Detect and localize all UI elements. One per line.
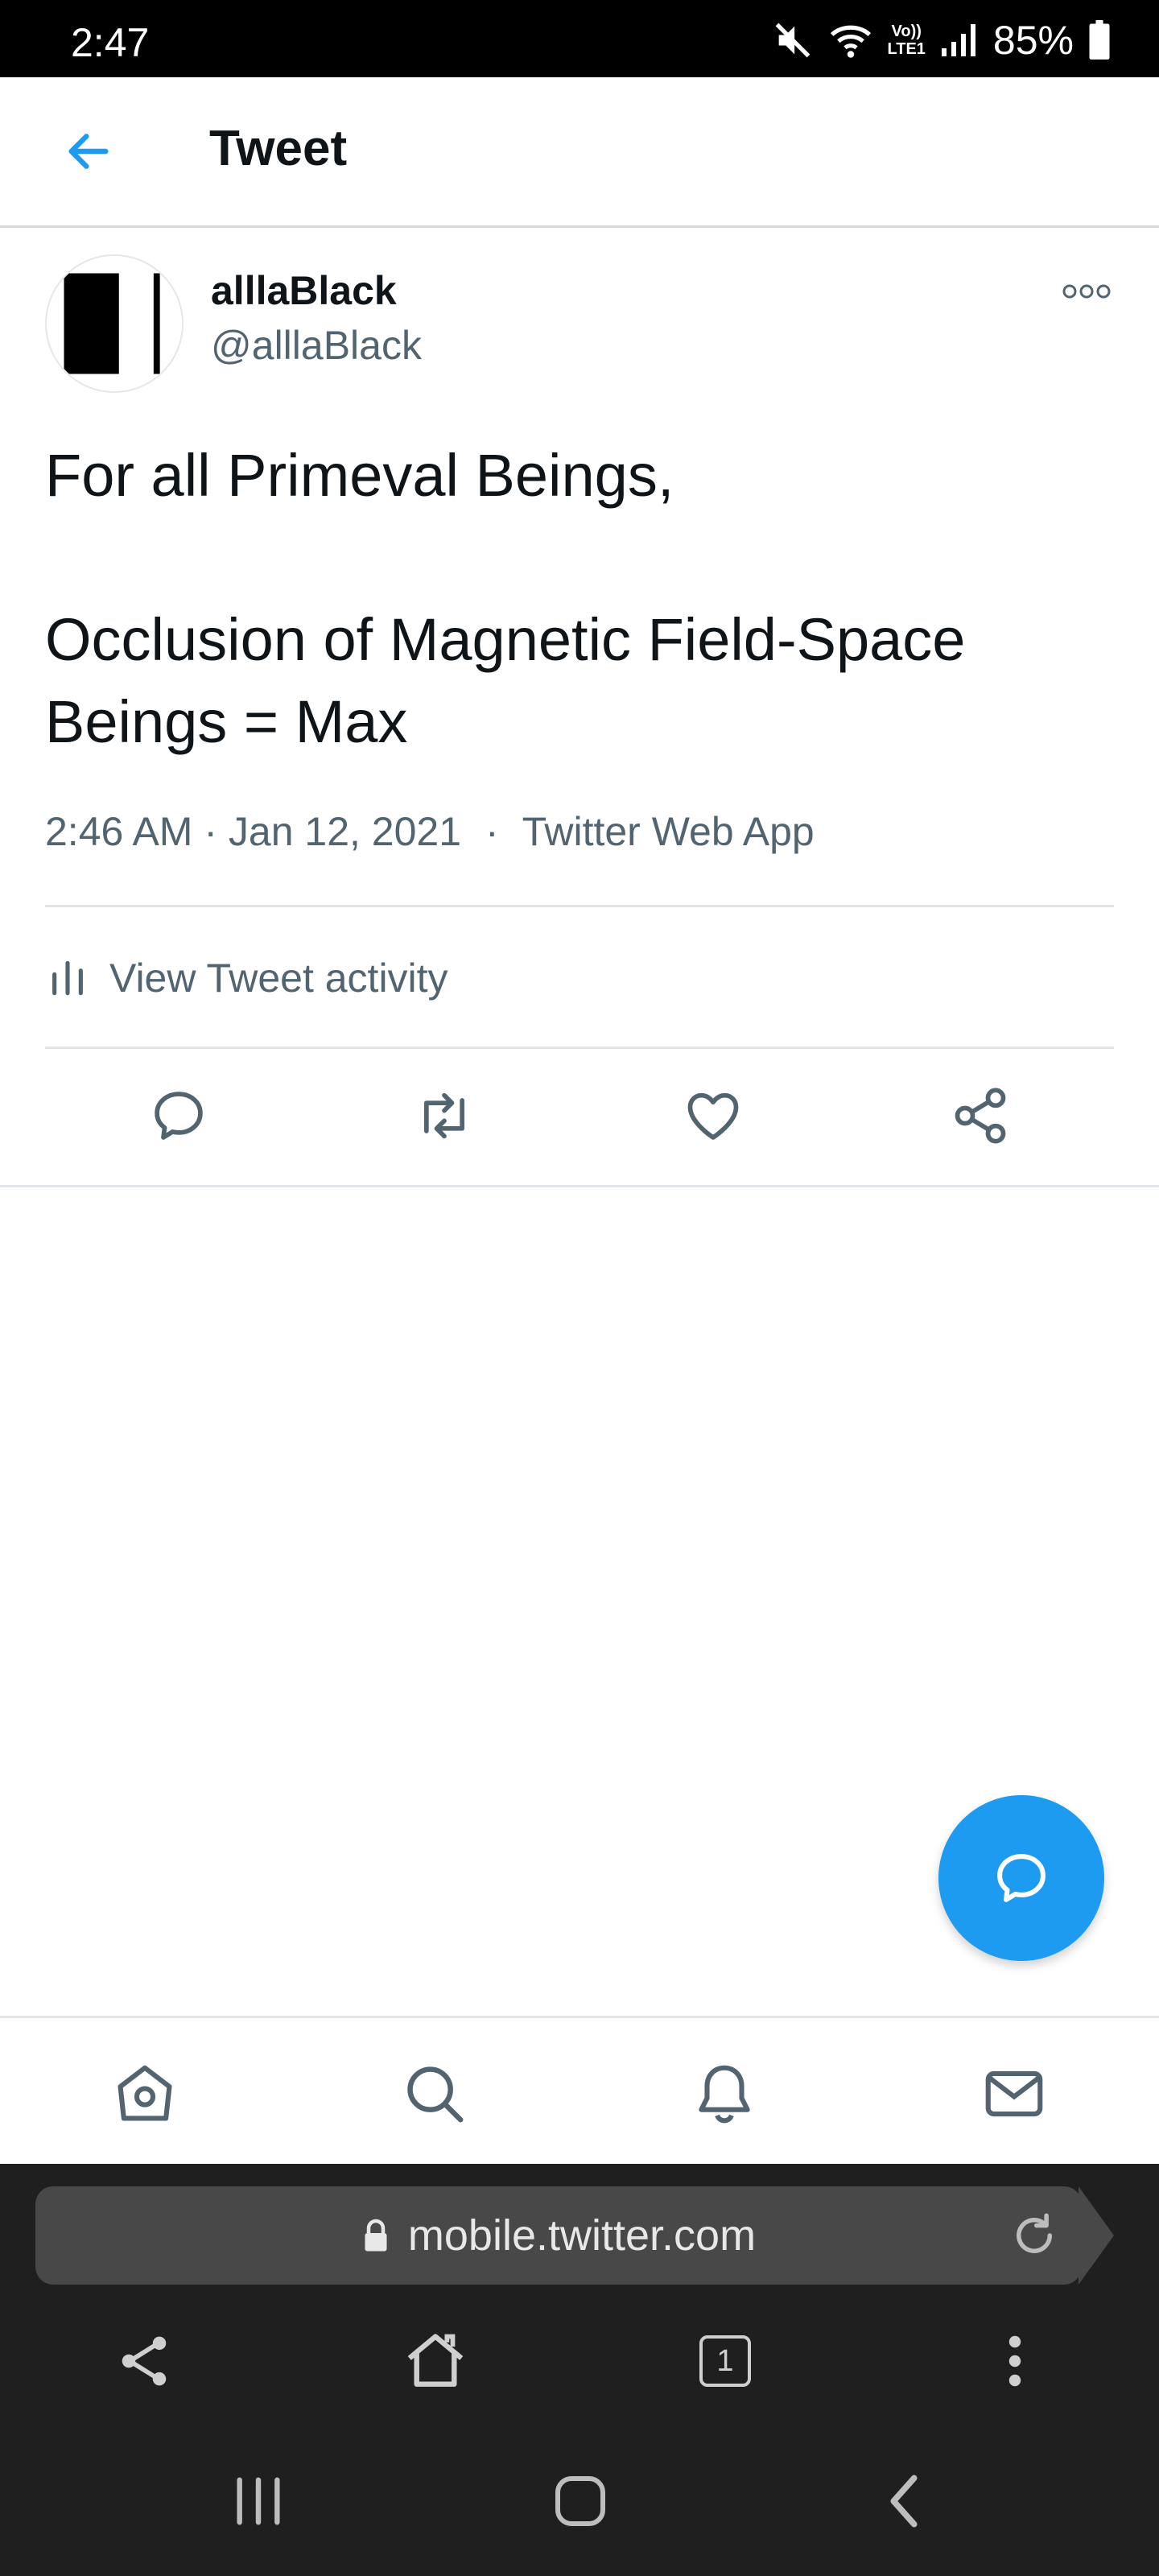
back-icon	[890, 2475, 918, 2528]
recents-icon	[237, 2477, 280, 2525]
more-options-icon	[1062, 284, 1111, 299]
reply-button[interactable]	[138, 1075, 219, 1156]
browser-menu-button[interactable]	[971, 2317, 1059, 2405]
system-recents-button[interactable]	[214, 2457, 303, 2545]
avatar-image	[47, 256, 182, 391]
share-icon	[955, 1088, 1006, 1144]
view-activity-label: View Tweet activity	[109, 956, 448, 1001]
lock-icon	[365, 2219, 387, 2252]
address-bar-arrow	[1079, 2186, 1114, 2285]
nav-notifications[interactable]	[684, 2054, 765, 2134]
avatar[interactable]	[45, 254, 184, 393]
reply-icon	[155, 1092, 203, 1140]
browser-home-button[interactable]	[391, 2317, 480, 2405]
url-display: mobile.twitter.com	[35, 2186, 1082, 2285]
arrow-left-icon	[68, 134, 109, 169]
author-name[interactable]: alllaBlack	[211, 267, 397, 314]
system-back-button[interactable]	[860, 2457, 948, 2545]
reload-icon[interactable]	[1008, 2209, 1061, 2262]
view-activity-link[interactable]: View Tweet activity	[45, 950, 448, 1006]
divider	[45, 905, 1114, 907]
browser-share-button[interactable]	[100, 2317, 188, 2405]
notifications-icon	[699, 2065, 750, 2124]
reply-icon	[997, 1854, 1046, 1902]
retweet-button[interactable]	[404, 1075, 485, 1156]
tweet-source[interactable]: Twitter Web App	[522, 809, 815, 854]
back-button[interactable]	[55, 118, 122, 185]
tweet-meta: 2:46 AM · Jan 12, 2021 · Twitter Web App	[45, 808, 815, 855]
nav-home[interactable]	[105, 2054, 185, 2134]
mute-icon	[775, 23, 810, 58]
tweet-timestamp[interactable]: 2:46 AM · Jan 12, 2021	[45, 809, 461, 854]
tweet-actions	[0, 1046, 1159, 1183]
share-button[interactable]	[940, 1075, 1021, 1156]
app-header: Tweet	[0, 77, 1159, 228]
meta-separator: ·	[485, 809, 499, 854]
like-icon	[687, 1092, 739, 1140]
battery-percentage: 85%	[992, 18, 1074, 63]
home-icon	[407, 2334, 464, 2387]
retweet-icon	[423, 1092, 465, 1139]
tab-count: 1	[716, 2343, 734, 2378]
analytics-icon	[52, 960, 83, 996]
lte-label: LTE1	[887, 40, 926, 58]
volte-lte-icon: Vo)) LTE1	[888, 23, 926, 58]
menu-icon	[1008, 2335, 1021, 2387]
battery-icon	[1089, 20, 1110, 60]
share-icon	[122, 2336, 167, 2386]
like-button[interactable]	[673, 1075, 753, 1156]
author-handle[interactable]: @alllaBlack	[211, 322, 422, 369]
nav-messages[interactable]	[974, 2054, 1054, 2134]
page-title: Tweet	[209, 121, 348, 176]
home-icon	[555, 2476, 605, 2526]
address-bar[interactable]: mobile.twitter.com	[35, 2186, 1082, 2285]
nav-search[interactable]	[394, 2054, 475, 2134]
compose-reply-fab[interactable]	[938, 1795, 1104, 1961]
messages-icon	[985, 2070, 1043, 2117]
home-icon	[118, 2065, 172, 2121]
url-text: mobile.twitter.com	[407, 2211, 757, 2260]
tweet-text: For all Primeval Beings, Occlusion of Ma…	[45, 442, 966, 755]
status-bar: 2:47 Vo)) LTE1 85%	[0, 0, 1159, 77]
system-home-button[interactable]	[536, 2457, 625, 2545]
status-time: 2:47	[71, 20, 150, 65]
browser-tabs-button[interactable]: 1	[681, 2317, 769, 2405]
search-icon	[407, 2066, 464, 2123]
volte-label: Vo))	[891, 23, 922, 40]
signal-icon	[941, 24, 975, 56]
tabs-icon: 1	[699, 2335, 751, 2387]
wifi-icon	[830, 25, 871, 58]
status-icons: Vo)) LTE1 85%	[772, 18, 1112, 63]
divider	[0, 1185, 1159, 1187]
more-options-button[interactable]	[1054, 274, 1119, 309]
bottom-nav	[0, 2016, 1159, 2166]
